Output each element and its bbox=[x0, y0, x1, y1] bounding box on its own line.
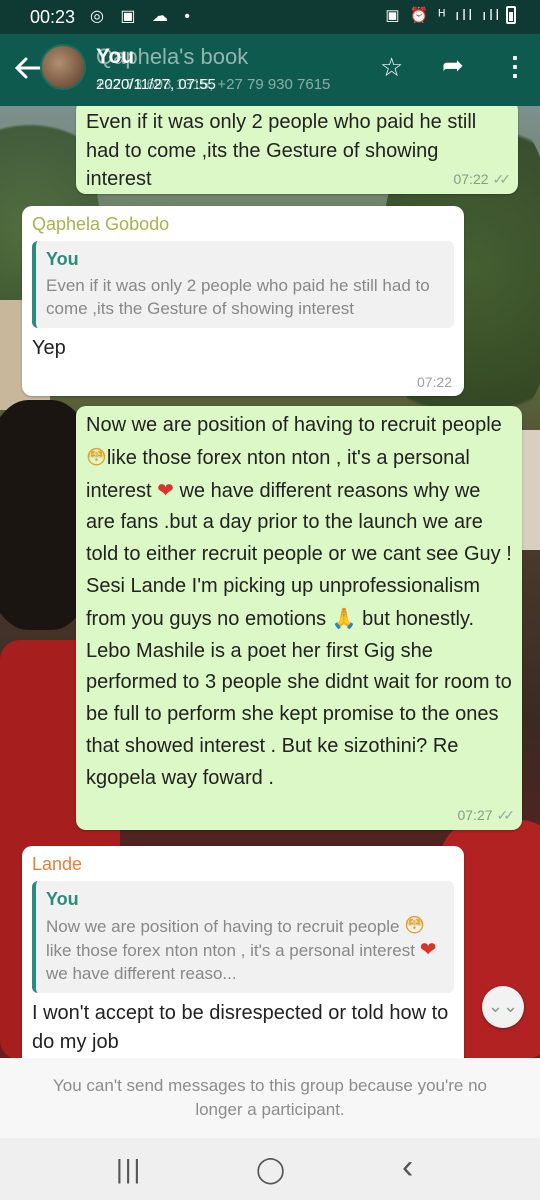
read-ticks-icon: ✓✓ bbox=[492, 171, 512, 187]
more-options-icon[interactable]: ⋮ bbox=[502, 51, 528, 82]
selected-message-sender: You bbox=[96, 45, 135, 68]
recent-apps-icon[interactable]: ||| bbox=[116, 1154, 142, 1185]
not-participant-notice: You can't send messages to this group be… bbox=[53, 1076, 487, 1119]
chat-header: Qaphela's book You +27 73 693 1315, +27 … bbox=[0, 34, 540, 106]
status-bar: 00:23 ◎ ▣ ☁ • ▣ ⏰ ᴴ ıll ıll bbox=[0, 0, 540, 34]
sender-name: Lande bbox=[32, 854, 83, 874]
message-text-part: Now we are position of having to recruit… bbox=[86, 414, 502, 436]
flushed-face-emoji: 😳 bbox=[404, 913, 426, 937]
selected-message-datetime: 2020/11/27, 07:55 bbox=[96, 76, 216, 93]
quoted-message[interactable]: You Now we are position of having to rec… bbox=[32, 881, 454, 993]
message-time: 07:22 bbox=[453, 171, 489, 187]
red-heart-emoji: ❤ bbox=[157, 477, 174, 502]
double-chevron-down-icon: ⌄⌄ bbox=[487, 996, 519, 1016]
quoted-text-part: like those forex nton nton , it's a pers… bbox=[46, 941, 420, 960]
home-icon[interactable]: ◯ bbox=[256, 1154, 285, 1185]
status-time: 00:23 bbox=[30, 7, 76, 27]
message-bubble-incoming[interactable]: Qaphela Gobodo You Even if it was only 2… bbox=[22, 206, 464, 396]
message-text: Now we are position of having to recruit… bbox=[86, 410, 512, 795]
quoted-text-part: Now we are position of having to recruit… bbox=[46, 917, 405, 936]
group-avatar[interactable] bbox=[40, 44, 86, 90]
share-icon[interactable]: ➦ bbox=[442, 50, 464, 81]
notification-icons: ◎ ▣ ☁ • bbox=[90, 8, 197, 25]
quoted-author: You bbox=[46, 889, 79, 909]
message-bubble-outgoing[interactable]: Even if it was only 2 people who paid he… bbox=[76, 106, 518, 194]
flushed-face-emoji: 😳 bbox=[86, 444, 107, 469]
signal-icons: ▣ ⏰ ᴴ ıll ıll bbox=[385, 7, 502, 24]
message-text: Even if it was only 2 people who paid he… bbox=[86, 111, 477, 191]
battery-icon bbox=[506, 6, 516, 24]
message-text: I won't accept to be disrespected or tol… bbox=[32, 1002, 449, 1053]
message-time: 07:27 bbox=[457, 807, 493, 823]
nav-back-icon[interactable]: ‹ bbox=[402, 1148, 413, 1187]
back-arrow-icon[interactable] bbox=[12, 54, 44, 90]
quoted-author: You bbox=[46, 249, 79, 269]
quoted-text: Even if it was only 2 people who paid he… bbox=[46, 276, 430, 318]
quoted-text: Now we are position of having to recruit… bbox=[46, 914, 444, 985]
message-bubble-outgoing[interactable]: Now we are position of having to recruit… bbox=[76, 406, 522, 830]
quoted-text-part: we have different reaso... bbox=[46, 964, 237, 983]
message-list[interactable]: Even if it was only 2 people who paid he… bbox=[0, 106, 540, 1058]
scroll-to-bottom-button[interactable]: ⌄⌄ bbox=[482, 986, 524, 1028]
group-left-notice-bar: You can't send messages to this group be… bbox=[0, 1058, 540, 1138]
message-meta: 07:27 ✓✓ bbox=[457, 807, 516, 824]
folded-hands-emoji: 🙏 bbox=[331, 605, 357, 630]
system-navigation-bar: ||| ◯ ‹ bbox=[0, 1138, 540, 1200]
red-heart-emoji: ❤ bbox=[419, 937, 437, 961]
message-text: Yep bbox=[32, 337, 66, 359]
system-icons: ▣ ⏰ ᴴ ıll ıll bbox=[385, 6, 516, 24]
read-ticks-icon: ✓✓ bbox=[496, 807, 516, 823]
message-time: 07:22 bbox=[416, 374, 452, 390]
message-bubble-incoming[interactable]: Lande You Now we are position of having … bbox=[22, 846, 464, 1058]
message-meta: 07:22 ✓✓ bbox=[453, 171, 512, 188]
quoted-message[interactable]: You Even if it was only 2 people who pai… bbox=[32, 241, 454, 328]
star-icon[interactable]: ☆ bbox=[380, 52, 403, 83]
message-text-part: but honestly. Lebo Mashile is a poet her… bbox=[86, 607, 512, 789]
sender-name: Qaphela Gobodo bbox=[32, 214, 170, 234]
